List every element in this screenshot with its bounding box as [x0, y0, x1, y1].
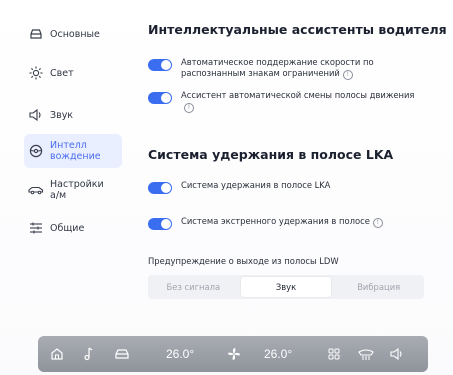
- setting-row-speed-sign: Автоматическое поддержание скорости по р…: [148, 57, 433, 80]
- sidebar-item-sound[interactable]: Звук: [28, 107, 124, 123]
- sun-icon: [28, 65, 44, 81]
- setting-label: Ассистент автоматической смены полосы дв…: [181, 90, 415, 100]
- sidebar-item-general[interactable]: Общие: [28, 220, 124, 236]
- fan-icon[interactable]: [226, 346, 242, 362]
- speaker-icon: [28, 107, 44, 123]
- ldw-option-no-signal[interactable]: Без сигнала: [148, 275, 239, 299]
- info-icon[interactable]: !: [342, 70, 353, 80]
- sidebar-item-label: Звук: [50, 109, 74, 121]
- sliders-icon: [28, 220, 44, 236]
- setting-row-emergency-lka: Система экстренного удержания в полосе!: [148, 216, 433, 230]
- volume-icon[interactable]: [390, 348, 404, 360]
- setting-row-lane-change: Ассистент автоматической смены полосы дв…: [148, 90, 433, 113]
- section-title-assistants: Интеллектуальные ассистенты водителя: [148, 22, 447, 37]
- info-icon[interactable]: !: [372, 218, 383, 228]
- ldw-segmented-control: Без сигнала Звук Вибрация: [148, 275, 424, 299]
- lane-change-toggle[interactable]: [148, 92, 172, 104]
- seat-heating-icon[interactable]: [358, 347, 374, 361]
- sidebar-item-vehicle[interactable]: Настройки а/м: [28, 176, 124, 204]
- sidebar-item-label: Интелл вождение: [50, 140, 101, 162]
- info-icon[interactable]: !: [184, 103, 194, 113]
- car-front-icon[interactable]: [114, 348, 130, 360]
- ldw-option-vibration[interactable]: Вибрация: [333, 275, 424, 299]
- speed-sign-toggle[interactable]: [148, 59, 172, 71]
- emergency-lka-toggle[interactable]: [148, 218, 172, 230]
- section-title-lka: Система удержания в полосе LKA: [148, 147, 394, 162]
- ldw-option-sound[interactable]: Звук: [240, 277, 332, 297]
- settings-screen: Основные Свет Звук Интелл вождение Настр: [0, 0, 453, 375]
- setting-label: Система удержания в полосе LKA: [181, 180, 331, 190]
- car-icon: [28, 182, 44, 198]
- sidebar-item-label: Свет: [50, 67, 74, 79]
- steering-wheel-icon: [28, 143, 44, 159]
- sidebar-item-label: Общие: [50, 222, 85, 234]
- sidebar-item-label: Основные: [50, 28, 100, 40]
- apps-grid-icon[interactable]: [328, 348, 340, 360]
- lka-toggle[interactable]: [148, 182, 172, 194]
- sidebar-item-smart-driving[interactable]: Интелл вождение: [24, 134, 122, 168]
- climate-bottom-bar: 26.0° 26.0°: [38, 336, 428, 372]
- setting-label: Система экстренного удержания в полосе: [181, 216, 370, 226]
- setting-row-lka: Система удержания в полосе LKA: [148, 180, 433, 194]
- temperature-left[interactable]: 26.0°: [166, 347, 194, 361]
- music-icon[interactable]: [82, 347, 94, 361]
- sidebar-item-main[interactable]: Основные: [28, 26, 124, 42]
- car-roof-icon: [28, 26, 44, 42]
- sidebar-item-light[interactable]: Свет: [28, 65, 124, 81]
- home-icon[interactable]: [50, 347, 64, 361]
- sidebar-item-label: Настройки а/м: [50, 179, 104, 201]
- temperature-right[interactable]: 26.0°: [264, 347, 292, 361]
- ldw-label: Предупреждение о выходе из полосы LDW: [148, 256, 339, 266]
